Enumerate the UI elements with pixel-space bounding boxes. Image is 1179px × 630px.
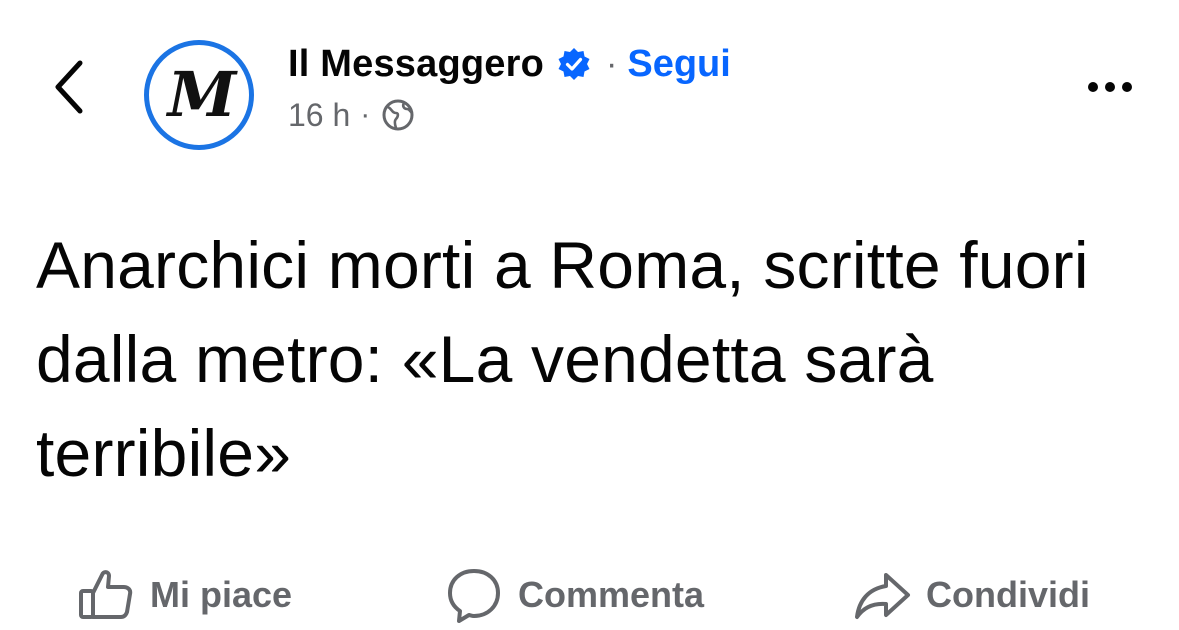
meta-separator: · bbox=[360, 98, 371, 131]
more-horizontal-icon-dot bbox=[1105, 82, 1115, 92]
post-timestamp[interactable]: 16 h bbox=[288, 97, 350, 134]
logo-glyph: M bbox=[167, 58, 237, 131]
share-icon bbox=[852, 565, 912, 625]
verified-badge-icon bbox=[556, 46, 592, 82]
more-horizontal-icon bbox=[1088, 82, 1098, 92]
like-label: Mi piace bbox=[150, 574, 293, 615]
page-name[interactable]: Il Messaggero bbox=[288, 43, 544, 86]
like-button[interactable]: Mi piace bbox=[76, 560, 292, 630]
name-row: Il Messaggero · Segui bbox=[288, 40, 731, 88]
comment-icon bbox=[444, 565, 504, 625]
back-button[interactable] bbox=[44, 52, 96, 122]
separator-dot: · bbox=[606, 44, 618, 83]
avatar[interactable]: M bbox=[144, 40, 254, 150]
avatar-logo: M bbox=[153, 49, 245, 141]
comment-button[interactable]: Commenta bbox=[444, 560, 704, 630]
thumbs-up-icon bbox=[76, 565, 136, 625]
share-button[interactable]: Condividi bbox=[852, 560, 1090, 630]
globe-icon[interactable] bbox=[380, 97, 416, 133]
more-options-button[interactable] bbox=[1078, 72, 1142, 102]
follow-button[interactable]: Segui bbox=[627, 43, 730, 86]
comment-label: Commenta bbox=[518, 574, 705, 615]
post-meta: 16 h · bbox=[288, 94, 416, 136]
action-bar: Mi piace Commenta Condividi bbox=[0, 560, 1179, 630]
share-label: Condividi bbox=[926, 574, 1090, 615]
chevron-left-icon bbox=[55, 60, 83, 114]
more-horizontal-icon-dot bbox=[1122, 82, 1132, 92]
post-headline[interactable]: Anarchici morti a Roma, scritte fuori da… bbox=[36, 218, 1156, 500]
